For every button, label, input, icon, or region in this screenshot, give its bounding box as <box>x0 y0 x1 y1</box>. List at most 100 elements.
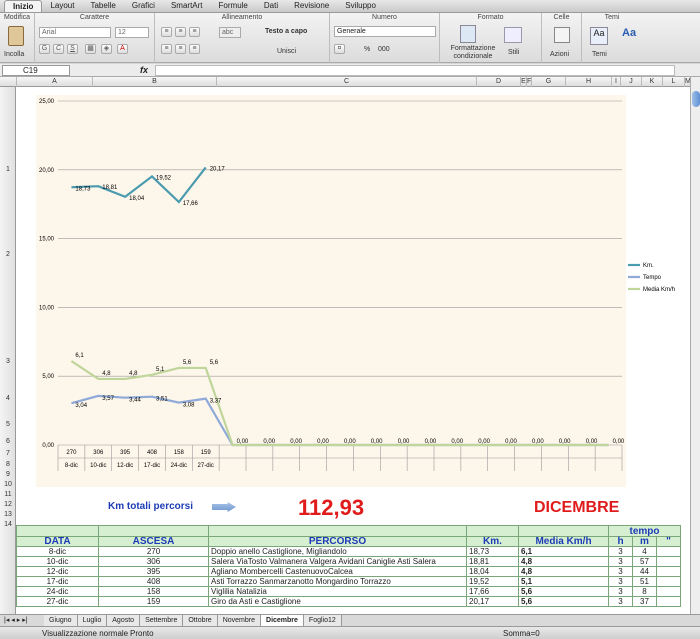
ribbon-tab-smartart[interactable]: SmartArt <box>163 0 211 12</box>
cell-km[interactable]: 18,73 <box>466 546 519 557</box>
cell-percorso[interactable]: Agliano Mombercelli CastenuovoCalcea <box>208 566 467 577</box>
cell-m[interactable]: 44 <box>632 566 657 577</box>
column-header-d[interactable]: D <box>476 77 520 87</box>
cell-percorso[interactable]: Doppio anello Castiglione, Migliandolo <box>208 546 467 557</box>
row-header-6[interactable]: 6 <box>0 438 16 445</box>
column-header-h[interactable]: H <box>565 77 611 87</box>
cell-h[interactable]: 3 <box>608 556 633 567</box>
cells-actions-icon[interactable] <box>554 27 570 43</box>
cell-h[interactable]: 3 <box>608 586 633 597</box>
row-header-7[interactable]: 7 <box>0 450 16 457</box>
styles-icon[interactable] <box>504 27 522 43</box>
cell-media[interactable]: 4,8 <box>518 566 609 577</box>
vertical-scrollbar[interactable] <box>690 77 700 614</box>
fx-icon[interactable]: fx <box>140 65 148 75</box>
row-header-2[interactable]: 2 <box>0 251 16 258</box>
align-left-icon[interactable]: ≡ <box>161 44 172 54</box>
themes-button[interactable]: Temi <box>592 51 607 58</box>
cell-s[interactable] <box>656 586 681 597</box>
cell-percorso[interactable]: Asti Torrazzo Sanmarzanotto Mongardino T… <box>208 576 467 587</box>
merge-button[interactable]: Unisci <box>277 48 296 55</box>
cell-s[interactable] <box>656 556 681 567</box>
cell-m[interactable]: 8 <box>632 586 657 597</box>
sheet-nav-icon[interactable]: |◂ ◂ ▸ ▸| <box>4 616 28 624</box>
column-header-a[interactable]: A <box>16 77 92 87</box>
cell-h[interactable]: 3 <box>608 566 633 577</box>
column-header-b[interactable]: B <box>92 77 216 87</box>
column-header-i[interactable]: I <box>611 77 620 87</box>
cell-ascesa[interactable]: 395 <box>98 566 209 577</box>
cell-percorso[interactable]: Giro da Asti e Castiglione <box>208 596 467 607</box>
cell-percorso[interactable]: Viglilia Natalizia <box>208 586 467 597</box>
sheet-tab-ottobre[interactable]: Ottobre <box>183 615 218 626</box>
percent-button[interactable]: % <box>364 46 370 53</box>
cell-h[interactable]: 3 <box>608 596 633 607</box>
formula-input[interactable] <box>155 65 675 76</box>
line-chart[interactable]: 0,00 5,00 10,00 15,00 20,00 25,00 270 8-dic 306 1… <box>16 87 690 487</box>
styles-button[interactable]: Stili <box>508 49 519 56</box>
column-header-g[interactable]: G <box>531 77 565 87</box>
cell-km[interactable]: 18,81 <box>466 556 519 567</box>
bold-icon[interactable]: G <box>39 44 50 54</box>
cell-media[interactable]: 4,8 <box>518 556 609 567</box>
sheet-tab-agosto[interactable]: Agosto <box>107 615 141 626</box>
row-header-12[interactable]: 12 <box>0 501 16 508</box>
row-header-3[interactable]: 3 <box>0 358 16 365</box>
row-header-4[interactable]: 4 <box>0 395 16 402</box>
ribbon-tab-formule[interactable]: Formule <box>211 0 256 12</box>
currency-icon[interactable]: ¤ <box>334 44 345 54</box>
cell-h[interactable]: 3 <box>608 546 633 557</box>
ribbon-tab-inizio[interactable]: Inizio <box>4 0 43 12</box>
row-header-11[interactable]: 11 <box>0 491 16 498</box>
font-size-select[interactable]: 12 <box>115 27 149 38</box>
underline-icon[interactable]: S <box>67 44 78 54</box>
sheet-tab-giugno[interactable]: Giugno <box>44 615 78 626</box>
cell-s[interactable] <box>656 566 681 577</box>
cell-km[interactable]: 19,52 <box>466 576 519 587</box>
number-format-select[interactable]: Generale <box>334 26 436 37</box>
align-top-icon[interactable]: ≡ <box>161 27 172 37</box>
ribbon-tab-revisione[interactable]: Revisione <box>286 0 337 12</box>
cell-data[interactable]: 27-dic <box>16 596 99 607</box>
cell-h[interactable]: 3 <box>608 576 633 587</box>
themes-icon[interactable]: Aa <box>590 27 608 45</box>
cell-m[interactable]: 4 <box>632 546 657 557</box>
cell-ascesa[interactable]: 159 <box>98 596 209 607</box>
cell-data[interactable]: 10-dic <box>16 556 99 567</box>
thousands-button[interactable]: 000 <box>378 46 390 53</box>
ribbon-tab-grafici[interactable]: Grafici <box>124 0 163 12</box>
sheet-tab-dicembre[interactable]: Dicembre <box>261 615 304 626</box>
cell-data[interactable]: 17-dic <box>16 576 99 587</box>
cell-s[interactable] <box>656 576 681 587</box>
align-middle-icon[interactable]: ≡ <box>175 27 186 37</box>
sheet-tab-foglio12[interactable]: Foglio12 <box>303 615 342 626</box>
column-header-l[interactable]: L <box>662 77 684 87</box>
font-name-select[interactable]: Arial <box>39 27 111 38</box>
sheet-tab-settembre[interactable]: Settembre <box>140 615 184 626</box>
orientation-button[interactable]: abc <box>219 27 241 38</box>
column-header-c[interactable]: C <box>216 77 476 87</box>
sheet-tab-novembre[interactable]: Novembre <box>217 615 262 626</box>
sheet-tab-luglio[interactable]: Luglio <box>77 615 108 626</box>
cell-km[interactable]: 20,17 <box>466 596 519 607</box>
cell-media[interactable]: 5,6 <box>518 596 609 607</box>
row-header-5[interactable]: 5 <box>0 421 16 428</box>
fill-color-icon[interactable]: ◈ <box>101 44 112 54</box>
borders-icon[interactable]: ▦ <box>85 44 96 54</box>
cell-km[interactable]: 18,04 <box>466 566 519 577</box>
cell-s[interactable] <box>656 596 681 607</box>
cell-s[interactable] <box>656 546 681 557</box>
cell-percorso[interactable]: Salera ViaTosto Valmanera Valgera Avidan… <box>208 556 467 567</box>
ribbon-tab-dati[interactable]: Dati <box>256 0 286 12</box>
conditional-format-icon[interactable] <box>460 25 476 43</box>
scroll-thumb[interactable] <box>692 91 700 107</box>
cell-data[interactable]: 24-dic <box>16 586 99 597</box>
theme-fonts-icon[interactable]: Aa <box>622 27 636 39</box>
cell-m[interactable]: 37 <box>632 596 657 607</box>
cell-media[interactable]: 5,6 <box>518 586 609 597</box>
ribbon-tab-tabelle[interactable]: Tabelle <box>82 0 123 12</box>
worksheet[interactable]: 0,00 5,00 10,00 15,00 20,00 25,00 270 8-dic 306 1… <box>16 87 690 614</box>
cell-m[interactable]: 57 <box>632 556 657 567</box>
cell-km[interactable]: 17,66 <box>466 586 519 597</box>
column-header-j[interactable]: J <box>620 77 641 87</box>
